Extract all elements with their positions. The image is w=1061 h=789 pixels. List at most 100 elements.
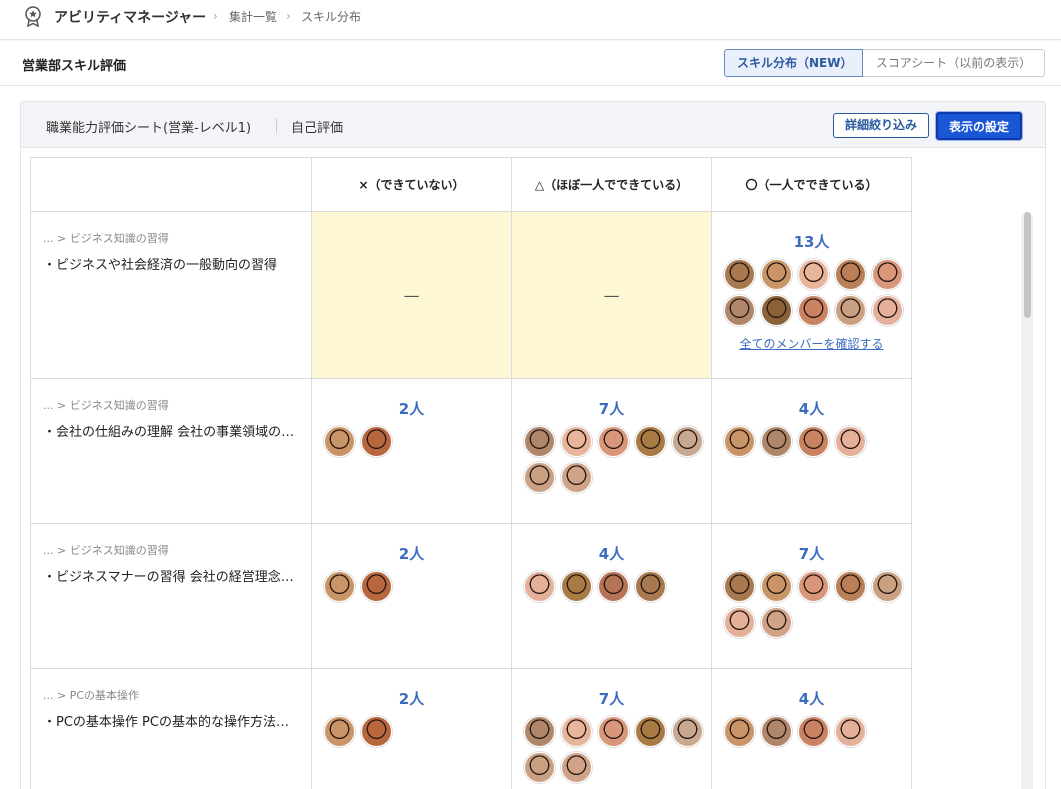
member-count[interactable]: 13人 bbox=[712, 231, 911, 252]
skill-item-cell: ... > ビジネス知識の習得 ・ビジネスや社会経済の一般動向の習得 bbox=[30, 211, 312, 379]
member-avatar[interactable] bbox=[835, 571, 866, 602]
skill-item-title[interactable]: ・PCの基本操作 PCの基本的な操作方法の習得 bbox=[43, 711, 299, 730]
level-cell: 13人全てのメンバーを確認する bbox=[711, 211, 912, 379]
avatar-list bbox=[312, 571, 511, 602]
member-avatar[interactable] bbox=[361, 571, 392, 602]
breadcrumb-summary-list[interactable]: 集計一覧 bbox=[229, 8, 277, 25]
evaluation-mode: 自己評価 bbox=[291, 121, 344, 136]
level-cell: 7人 bbox=[511, 378, 712, 524]
avatar-list bbox=[512, 571, 711, 602]
table-row: ... > PCの基本操作 ・PCの基本操作 PCの基本的な操作方法の習得 2人 7人… bbox=[30, 668, 912, 789]
member-avatar[interactable] bbox=[524, 716, 555, 747]
member-count[interactable]: 7人 bbox=[512, 398, 711, 419]
avatar-list bbox=[712, 716, 911, 747]
member-avatar[interactable] bbox=[635, 571, 666, 602]
member-avatar[interactable] bbox=[524, 462, 555, 493]
view-skill-distribution-button[interactable]: スキル分布（NEW） bbox=[724, 49, 863, 77]
breadcrumb-skill-distribution: スキル分布 bbox=[301, 10, 362, 24]
member-avatar[interactable] bbox=[835, 426, 866, 457]
skill-distribution-table: ×（できていない） △（ほぼ一人でできている） 〇（一人でできている） ... … bbox=[30, 157, 912, 789]
empty-level-cell: — bbox=[511, 211, 712, 379]
skill-item-cell: ... > ビジネス知識の習得・会社の仕組みの理解 会社の事業領域の把握 bbox=[30, 378, 312, 524]
member-avatar[interactable] bbox=[798, 716, 829, 747]
scrollbar-thumb[interactable] bbox=[1024, 212, 1031, 318]
detail-filter-button[interactable]: 詳細絞り込み bbox=[833, 113, 929, 138]
divider bbox=[276, 118, 277, 133]
member-avatar[interactable] bbox=[761, 259, 792, 290]
member-avatar[interactable] bbox=[561, 752, 592, 783]
member-avatar[interactable] bbox=[761, 571, 792, 602]
member-count[interactable]: 2人 bbox=[312, 688, 511, 709]
member-avatar[interactable] bbox=[724, 295, 755, 326]
skill-item-title[interactable]: ・ビジネスや社会経済の一般動向の習得 bbox=[43, 254, 299, 273]
display-settings-button[interactable]: 表示の設定 bbox=[936, 112, 1022, 140]
avatar-list bbox=[312, 426, 511, 457]
member-avatar[interactable] bbox=[524, 426, 555, 457]
level-cell: 4人 bbox=[711, 378, 912, 524]
member-avatar[interactable] bbox=[561, 716, 592, 747]
member-avatar[interactable] bbox=[761, 716, 792, 747]
member-avatar[interactable] bbox=[324, 716, 355, 747]
member-avatar[interactable] bbox=[798, 426, 829, 457]
member-count[interactable]: 7人 bbox=[712, 543, 911, 564]
award-badge-icon[interactable] bbox=[22, 5, 44, 27]
member-avatar[interactable] bbox=[761, 426, 792, 457]
member-avatar[interactable] bbox=[635, 716, 666, 747]
page-title: 営業部スキル評価 bbox=[22, 59, 127, 74]
member-count[interactable]: 4人 bbox=[712, 398, 911, 419]
member-count[interactable]: 4人 bbox=[512, 543, 711, 564]
vertical-scrollbar[interactable] bbox=[1021, 212, 1033, 789]
member-avatar[interactable] bbox=[635, 426, 666, 457]
member-avatar[interactable] bbox=[672, 426, 703, 457]
member-avatar[interactable] bbox=[561, 462, 592, 493]
member-avatar[interactable] bbox=[761, 607, 792, 638]
member-avatar[interactable] bbox=[524, 571, 555, 602]
view-score-sheet-button[interactable]: スコアシート（以前の表示） bbox=[863, 49, 1045, 77]
member-avatar[interactable] bbox=[561, 571, 592, 602]
member-avatar[interactable] bbox=[598, 716, 629, 747]
empty-mark: — bbox=[403, 285, 420, 305]
member-avatar[interactable] bbox=[761, 295, 792, 326]
top-header: アビリティマネージャー › 集計一覧 › スキル分布 bbox=[0, 0, 1061, 40]
member-avatar[interactable] bbox=[724, 426, 755, 457]
app-name[interactable]: アビリティマネージャー bbox=[54, 7, 206, 27]
member-avatar[interactable] bbox=[361, 716, 392, 747]
member-avatar[interactable] bbox=[872, 295, 903, 326]
member-avatar[interactable] bbox=[724, 571, 755, 602]
member-avatar[interactable] bbox=[835, 259, 866, 290]
level-cell: 4人 bbox=[711, 668, 912, 789]
member-avatar[interactable] bbox=[561, 426, 592, 457]
level-cell: 7人 bbox=[511, 668, 712, 789]
member-avatar[interactable] bbox=[598, 426, 629, 457]
member-avatar[interactable] bbox=[324, 426, 355, 457]
member-avatar[interactable] bbox=[872, 571, 903, 602]
level-cell: 4人 bbox=[511, 523, 712, 669]
member-avatar[interactable] bbox=[724, 259, 755, 290]
panel-header: 職業能力評価シート(営業-レベル1) 自己評価 詳細絞り込み 表示の設定 bbox=[21, 102, 1045, 148]
member-avatar[interactable] bbox=[835, 295, 866, 326]
member-avatar[interactable] bbox=[798, 259, 829, 290]
member-count[interactable]: 2人 bbox=[312, 543, 511, 564]
member-count[interactable]: 4人 bbox=[712, 688, 911, 709]
member-count[interactable]: 2人 bbox=[312, 398, 511, 419]
member-avatar[interactable] bbox=[724, 716, 755, 747]
skill-item-title[interactable]: ・会社の仕組みの理解 会社の事業領域の把握 bbox=[43, 421, 299, 440]
header-cannot: ×（できていない） bbox=[311, 157, 512, 212]
member-avatar[interactable] bbox=[598, 571, 629, 602]
member-avatar[interactable] bbox=[835, 716, 866, 747]
member-avatar[interactable] bbox=[798, 295, 829, 326]
member-avatar[interactable] bbox=[672, 716, 703, 747]
member-avatar[interactable] bbox=[724, 607, 755, 638]
member-avatar[interactable] bbox=[524, 752, 555, 783]
skill-category-path: ... > ビジネス知識の習得 bbox=[43, 399, 169, 412]
member-count[interactable]: 7人 bbox=[512, 688, 711, 709]
member-avatar[interactable] bbox=[361, 426, 392, 457]
empty-level-cell: — bbox=[311, 211, 512, 379]
member-avatar[interactable] bbox=[324, 571, 355, 602]
skill-item-title[interactable]: ・ビジネスマナーの習得 会社の経営理念の理解 bbox=[43, 566, 299, 585]
level-cell: 7人 bbox=[711, 523, 912, 669]
see-all-members-link[interactable]: 全てのメンバーを確認する bbox=[712, 335, 911, 352]
member-avatar[interactable] bbox=[798, 571, 829, 602]
view-toggle: スキル分布（NEW） スコアシート（以前の表示） bbox=[724, 49, 1045, 77]
member-avatar[interactable] bbox=[872, 259, 903, 290]
